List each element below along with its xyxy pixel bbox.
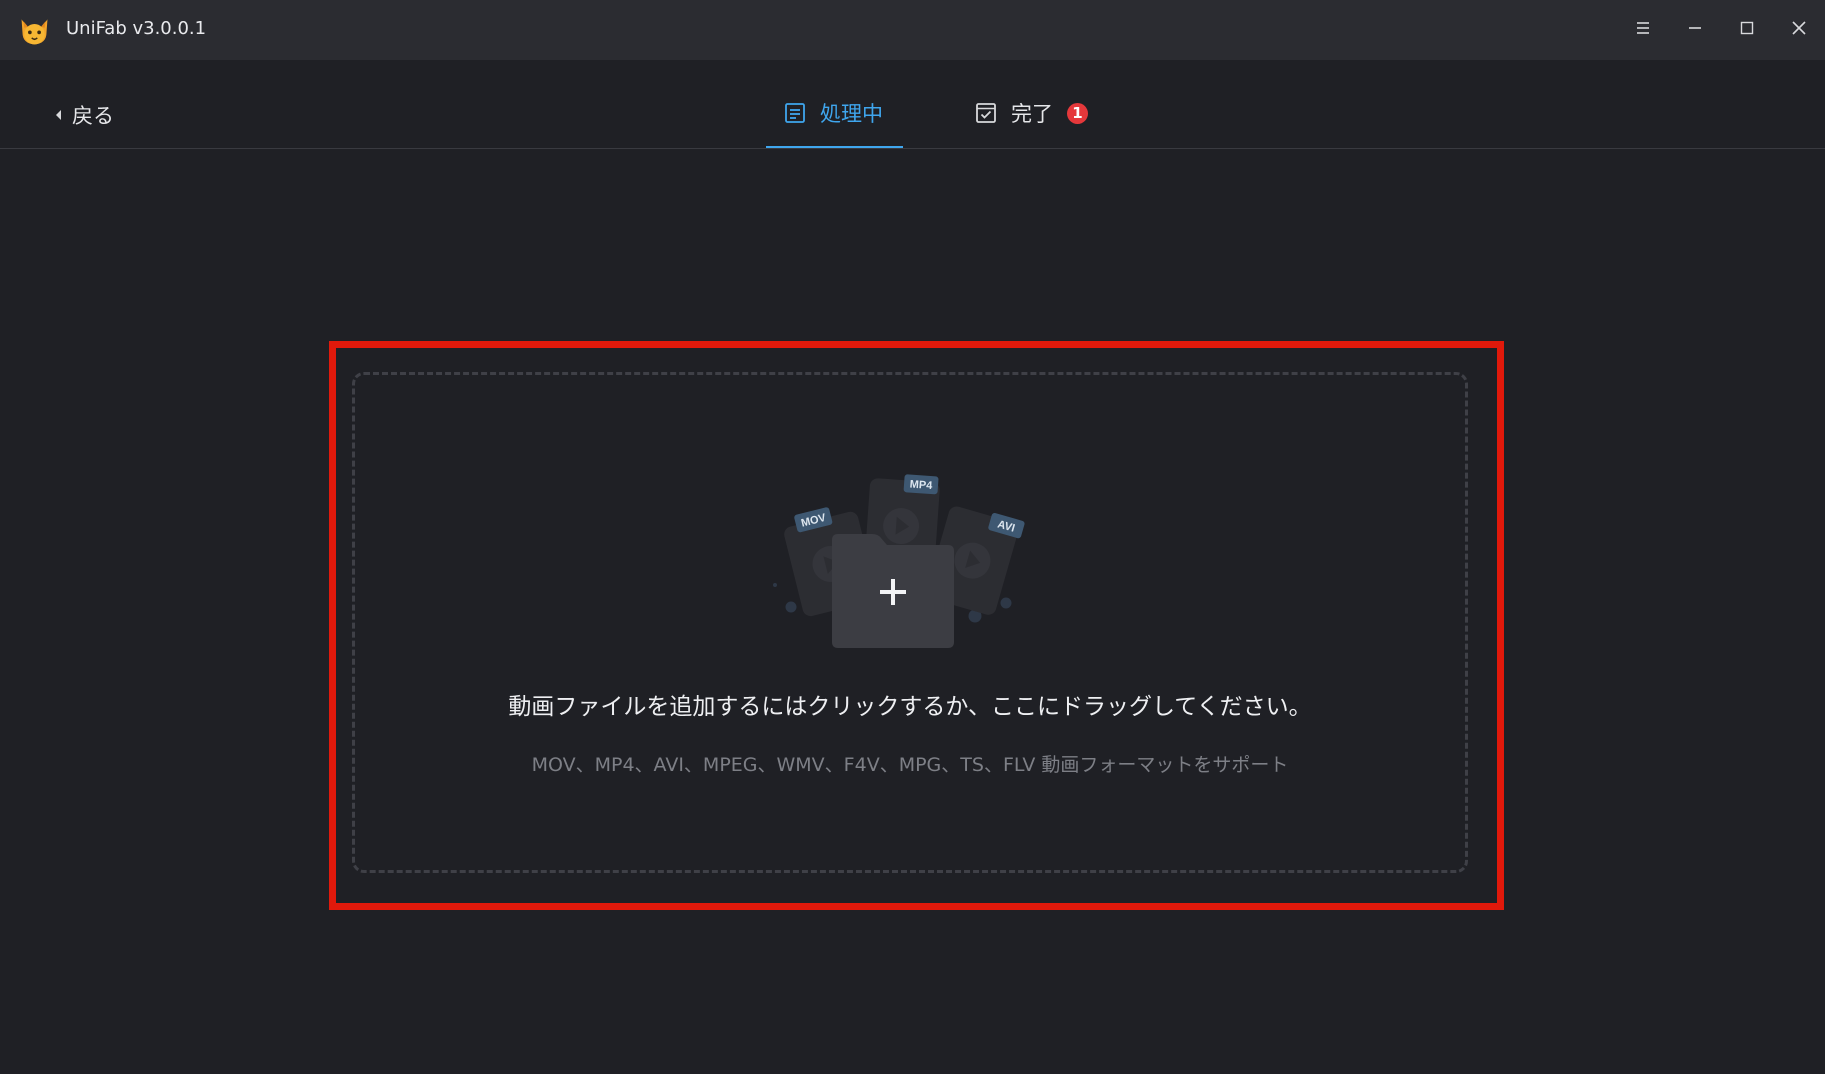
title-bar: UniFab v3.0.0.1: [0, 0, 1825, 60]
tab-done-label: 完了: [1011, 102, 1053, 126]
close-button[interactable]: [1779, 10, 1819, 46]
file-drop-zone[interactable]: MOV MP4 AVI 動画ファイルを追加するにはクリックするか、ここにドラッグ…: [352, 372, 1468, 873]
tab-done[interactable]: 完了 1: [975, 98, 1088, 128]
add-folder-icon: MOV MP4 AVI: [773, 474, 1025, 648]
maximize-icon: [1740, 21, 1754, 35]
nav-bar: 戻る 処理中 完了 1: [0, 60, 1825, 149]
back-button[interactable]: 戻る: [54, 100, 114, 130]
chevron-left-icon: [56, 110, 61, 120]
list-document-icon: [785, 103, 805, 123]
active-tab-indicator: [766, 146, 903, 148]
menu-button[interactable]: [1623, 10, 1663, 46]
mp4-tag: MP4: [909, 479, 933, 493]
supported-formats-text: MOV、MP4、AVI、MPEG、WMV、F4V、MPG、TS、FLV 動画フォ…: [531, 754, 1289, 776]
back-label: 戻る: [72, 104, 114, 128]
minimize-icon: [1689, 27, 1701, 29]
close-icon: [1792, 21, 1806, 35]
menu-icon: [1637, 22, 1649, 34]
dropzone-instruction: 動画ファイルを追加するにはクリックするか、ここにドラッグしてください。: [508, 694, 1312, 720]
tab-processing[interactable]: 処理中: [784, 98, 883, 128]
checkbox-icon: [976, 103, 996, 123]
maximize-button[interactable]: [1727, 10, 1767, 46]
tab-processing-label: 処理中: [820, 102, 883, 126]
notification-badge: 1: [1067, 102, 1088, 124]
app-title: UniFab v3.0.0.1: [66, 18, 207, 39]
minimize-button[interactable]: [1675, 10, 1715, 46]
cat-logo-icon: [21, 19, 48, 45]
